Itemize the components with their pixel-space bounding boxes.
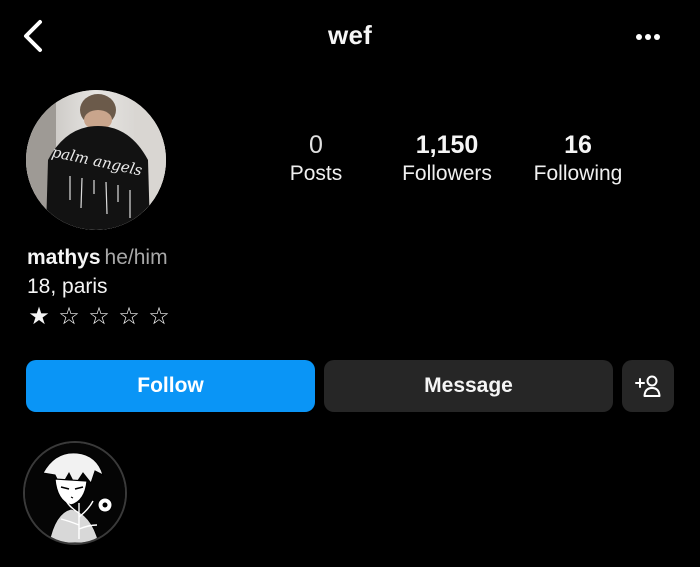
posts-label: Posts [289,162,343,185]
star-icon: ☆ [148,303,170,330]
stat-posts[interactable]: 0 Posts [246,130,386,188]
star-icon: ☆ [118,303,140,330]
add-user-icon [635,375,661,397]
bio-text: 18, paris [27,275,108,298]
star-icon: ★ [28,303,50,330]
more-options-button[interactable] [628,22,668,52]
highlight-artwork [25,443,125,543]
stat-following[interactable]: 16 Following [508,130,648,188]
name-line: mathys he/him [27,244,427,272]
following-label: Following [533,162,623,185]
pronouns: he/him [104,246,168,269]
star-rating: ★ ☆ ☆ ☆ ☆ [27,304,427,330]
followers-count: 1,150 [415,131,479,159]
profile-bio: mathys he/him 18, paris ★ ☆ ☆ ☆ ☆ [27,244,427,330]
message-button[interactable]: Message [324,360,613,412]
top-bar: wef [0,0,700,72]
page-title: wef [328,20,372,50]
more-horizontal-icon [636,34,660,40]
story-highlight[interactable] [23,441,127,545]
posts-count: 0 [309,131,323,159]
follow-button[interactable]: Follow [26,360,315,412]
suggested-users-button[interactable] [622,360,674,412]
stat-followers[interactable]: 1,150 Followers [377,130,517,188]
star-icon: ☆ [88,303,110,330]
star-icon: ☆ [58,303,80,330]
following-count: 16 [564,131,592,159]
display-name: mathys [27,246,101,269]
followers-label: Followers [402,162,492,185]
profile-stats: 0 Posts 1,150 Followers 16 Following [0,130,700,200]
